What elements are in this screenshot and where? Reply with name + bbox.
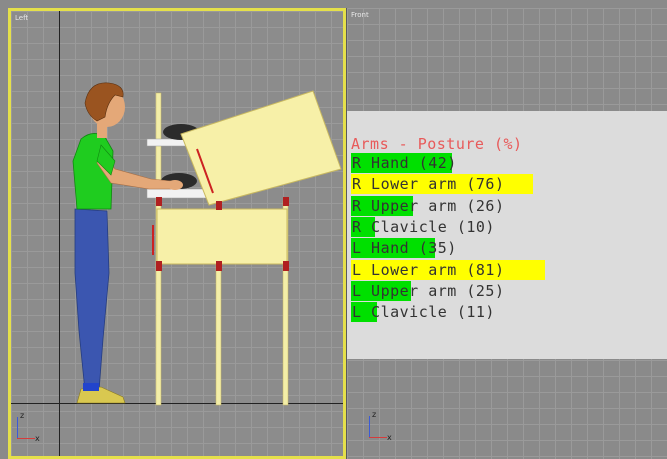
axis-x-label: x xyxy=(387,433,392,442)
left-viewport[interactable]: Left z x xyxy=(8,8,346,459)
posture-row-label: R Clavicle (10) xyxy=(352,217,495,236)
posture-row: L Hand (35) xyxy=(351,238,667,259)
scene-illustration xyxy=(72,82,342,406)
posture-row: R Hand (42) xyxy=(351,153,667,173)
posture-panel: Arms - Posture (%) R Hand (42) R Lower ar… xyxy=(347,111,667,359)
posture-row: R Clavicle (10) xyxy=(351,216,667,237)
posture-row-label: L Hand (35) xyxy=(352,239,457,258)
posture-row-label: R Hand (42) xyxy=(352,154,457,172)
axis-z-label: z xyxy=(372,410,377,419)
posture-row: L Upper arm (25) xyxy=(351,280,667,301)
axis-x-label: x xyxy=(35,434,40,443)
posture-row-label: R Upper arm (26) xyxy=(352,196,505,215)
axis-z-label: z xyxy=(20,411,25,420)
posture-row: R Upper arm (26) xyxy=(351,195,667,216)
posture-title: Arms - Posture (%) xyxy=(351,135,523,153)
posture-row-label: R Lower arm (76) xyxy=(352,175,505,194)
posture-row-label: L Upper arm (25) xyxy=(352,281,505,300)
posture-row: L Clavicle (11) xyxy=(351,302,667,323)
posture-row: L Lower arm (81) xyxy=(351,259,667,280)
axis-gizmo-left: z x xyxy=(13,411,40,443)
posture-row-label: L Lower arm (81) xyxy=(352,260,505,279)
posture-row: R Lower arm (76) xyxy=(351,174,667,195)
axis-gizmo-front: z x xyxy=(365,410,392,442)
posture-row-label: L Clavicle (11) xyxy=(352,303,495,322)
viewport-label-front[interactable]: Front xyxy=(351,11,369,19)
workstation xyxy=(146,90,342,406)
